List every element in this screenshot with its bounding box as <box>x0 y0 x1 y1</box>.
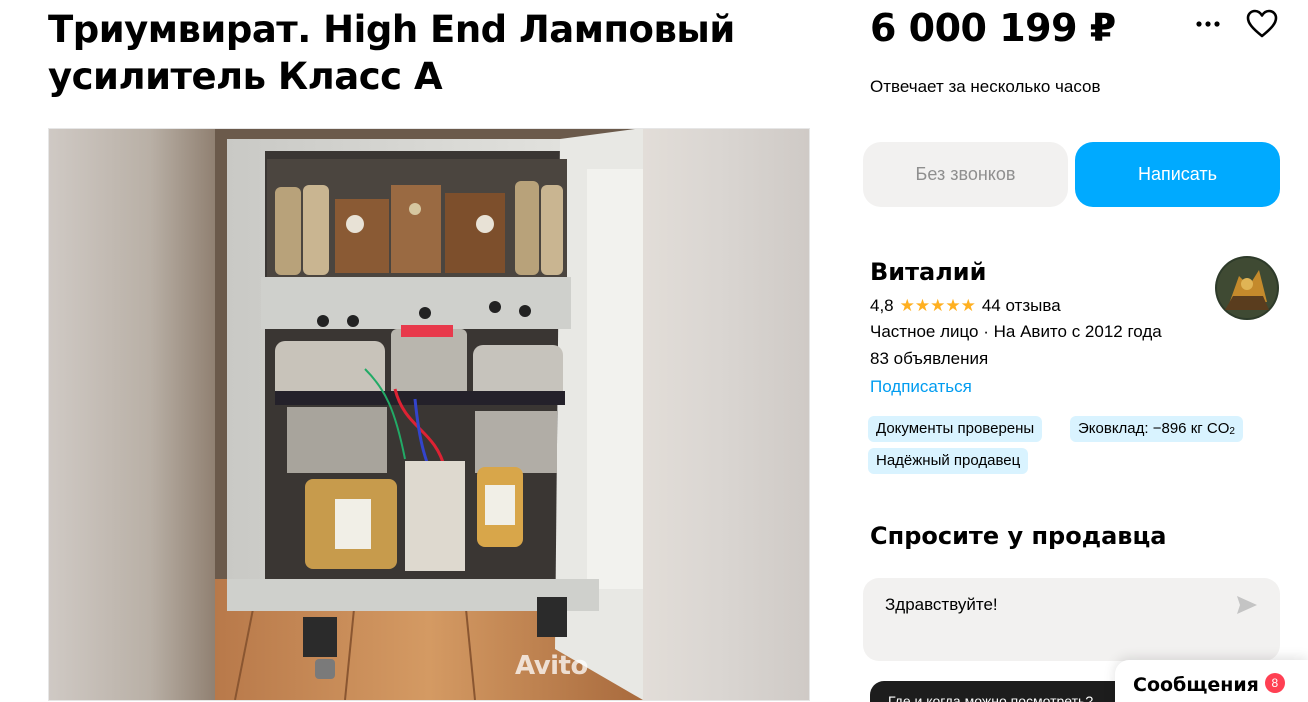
seller-listings-count[interactable]: 83 объявления <box>870 349 988 369</box>
gallery-blur-right <box>643 129 809 700</box>
seller-type-since: Частное лицо · На Авито с 2012 года <box>870 322 1162 341</box>
ask-seller-title: Спросите у продавца <box>870 522 1167 550</box>
rating-row: 4,8 ★★★★★ 44 отзыва <box>870 294 1061 318</box>
messages-tab[interactable]: Сообщения 8 <box>1115 660 1308 702</box>
badge-eco-text: Эковклад: −896 кг CO <box>1078 420 1230 437</box>
rating-value: 4,8 <box>870 296 894 315</box>
badge-documents-verified: Документы проверены <box>868 416 1043 442</box>
heart-icon <box>1246 9 1278 38</box>
badge-reliable-seller: Надёжный продавец <box>868 448 1029 474</box>
seller-avatar[interactable] <box>1215 256 1279 320</box>
messages-label: Сообщения <box>1133 674 1259 696</box>
badge-eco-contribution: Эковклад: −896 кг CO2 <box>1070 416 1243 442</box>
send-icon[interactable] <box>1236 595 1258 615</box>
reviews-link[interactable]: 44 отзыва <box>982 296 1061 316</box>
favorite-button[interactable] <box>1244 6 1280 42</box>
avito-watermark: Avito <box>515 651 588 681</box>
listing-photo[interactable] <box>215 129 643 700</box>
avatar-image <box>1215 256 1279 320</box>
message-input[interactable] <box>883 594 1227 616</box>
listing-title: Триумвират. High End Ламповый усилитель … <box>48 8 735 98</box>
response-time: Отвечает за несколько часов <box>870 77 1101 96</box>
gallery-blur-left <box>49 129 217 700</box>
no-calls-button[interactable]: Без звонков <box>863 142 1068 207</box>
seller-name[interactable]: Виталий <box>870 258 986 286</box>
messages-count-badge: 8 <box>1264 673 1285 693</box>
listing-page: Триумвират. High End Ламповый усилитель … <box>0 0 1308 702</box>
badge-eco-subscript: 2 <box>1229 426 1235 437</box>
photo-gallery[interactable]: Avito <box>48 128 810 701</box>
price: 6 000 199 ₽ <box>870 6 1116 50</box>
more-options-button[interactable] <box>1192 8 1224 40</box>
more-dots-icon <box>1196 21 1220 27</box>
write-message-button[interactable]: Написать <box>1075 142 1280 207</box>
message-box[interactable] <box>863 578 1280 661</box>
rating-stars-icon: ★★★★★ <box>899 296 976 315</box>
subscribe-link[interactable]: Подписаться <box>870 377 972 397</box>
